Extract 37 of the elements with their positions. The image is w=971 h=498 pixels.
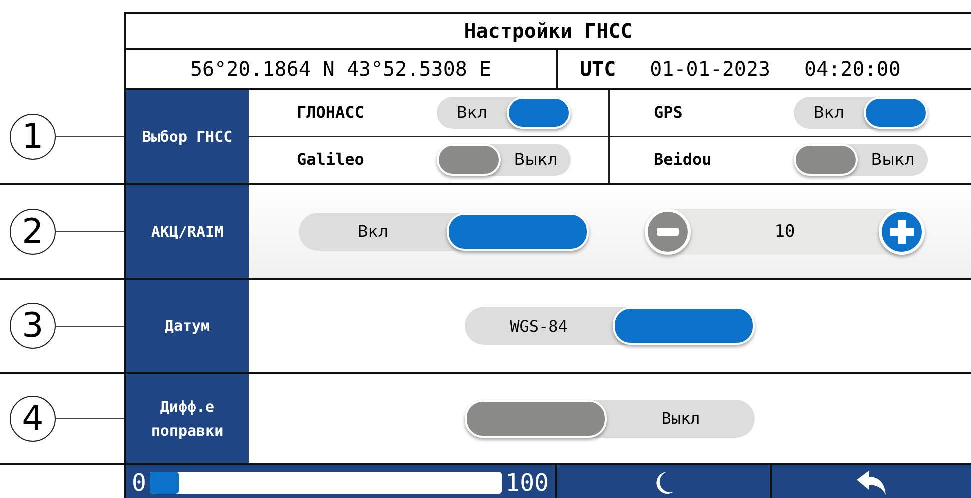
toggle-switch[interactable]: WGS-84 <box>465 307 755 345</box>
brightness-slider[interactable] <box>150 472 502 494</box>
toggle-switch[interactable]: Вкл <box>794 96 928 129</box>
slider-max: 100 <box>506 468 549 496</box>
coordinates: 56°20.1864 N 43°52.5308 E <box>190 57 492 81</box>
back-arrow-icon <box>856 470 886 494</box>
callout-number: 3 <box>10 303 56 349</box>
slider-min: 0 <box>132 468 146 496</box>
time-value: 04:20:00 <box>804 57 901 81</box>
leader-line <box>56 418 124 419</box>
leader-line <box>56 231 124 232</box>
system-name: Galileo <box>297 150 366 170</box>
callout-number: 4 <box>10 396 56 442</box>
minus-button[interactable] <box>645 208 691 254</box>
system-name: GPS <box>654 103 684 122</box>
system-name: Beidou <box>654 150 713 170</box>
toggle-switch[interactable]: Вкл <box>299 212 589 250</box>
callout-number: 2 <box>10 208 56 254</box>
plus-button[interactable] <box>879 208 925 254</box>
section-label: Дифф.е поправки <box>124 374 249 463</box>
minus-icon <box>657 228 679 236</box>
section-label: Выбор ГНСС <box>124 90 249 183</box>
leader-line <box>56 136 124 137</box>
plus-icon <box>890 220 914 244</box>
toggle-switch[interactable]: Выкл <box>794 144 928 176</box>
section-label: Датум <box>124 280 249 372</box>
toggle-switch[interactable]: Выкл <box>437 144 571 176</box>
toggle-switch[interactable]: Выкл <box>465 400 755 438</box>
utc-label: UTC <box>580 57 616 81</box>
toggle-switch[interactable]: Вкл <box>437 96 571 129</box>
system-name: ГЛОНАСС <box>297 103 366 122</box>
screen-title: Настройки ГНСС <box>126 14 971 50</box>
section-label: АКЦ/RAIM <box>124 185 249 278</box>
back-button[interactable] <box>770 465 971 498</box>
date-value: 01-01-2023 <box>650 57 771 81</box>
stepper-value: 10 <box>774 222 796 242</box>
callout-number: 1 <box>10 114 56 160</box>
